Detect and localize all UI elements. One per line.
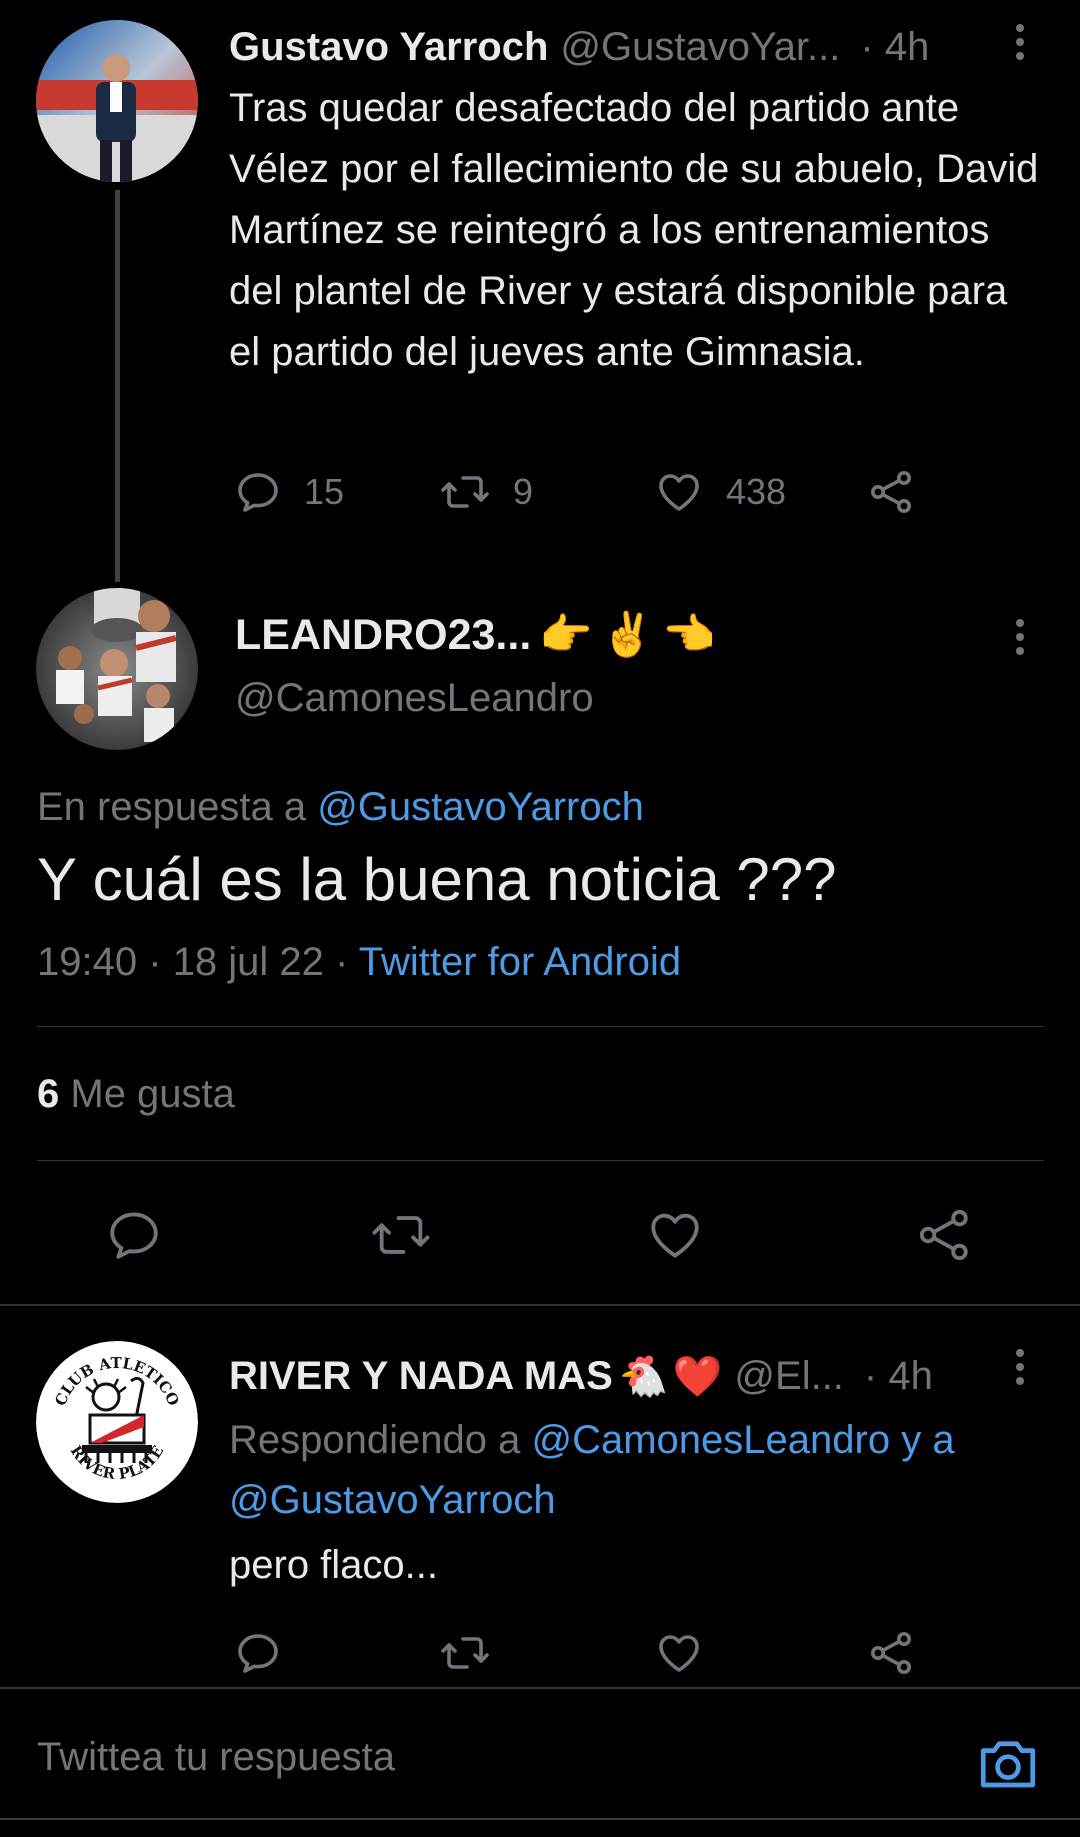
likes-summary[interactable]: 6 Me gusta [37, 1072, 235, 1117]
heart-icon [654, 1629, 704, 1677]
share-icon [914, 1206, 976, 1264]
like-button[interactable]: 438 [654, 462, 786, 522]
retweet-button[interactable] [439, 1623, 491, 1683]
retweet-button[interactable]: 9 [439, 462, 533, 522]
reply-prefix: En respuesta a [37, 785, 307, 829]
tweet-meta: 19:40 · 18 jul 22 · Twitter for Android [37, 940, 681, 985]
reply-button[interactable] [104, 1200, 164, 1270]
meta-separator: · [335, 940, 349, 984]
reply-to-link[interactable]: @GustavoYarroch [229, 1478, 556, 1522]
reply-to-link[interactable]: @GustavoYarroch [317, 785, 644, 829]
author-handle[interactable]: @El... [734, 1354, 844, 1399]
author-name[interactable]: LEANDRO23... [235, 611, 531, 660]
share-icon [867, 468, 917, 516]
reply-context: Respondiendo a @CamonesLeandro y a @Gust… [229, 1410, 1039, 1530]
tweet-timestamp[interactable]: · 4h [864, 1354, 933, 1399]
emoji-pointing-left: 👈 [662, 611, 716, 659]
reply-icon [234, 468, 282, 516]
bottom-divider [0, 1818, 1080, 1820]
retweet-icon [368, 1206, 434, 1264]
share-button[interactable] [867, 1623, 917, 1683]
emoji-pointing-right: 👉 [539, 611, 593, 659]
emoji-victory-hand: ✌️ [600, 611, 655, 659]
reply-button[interactable]: 15 [234, 462, 344, 522]
author-handle[interactable]: @CamonesLeandro [235, 676, 594, 721]
more-vertical-icon[interactable] [1005, 617, 1035, 657]
camera-icon[interactable] [975, 1730, 1041, 1796]
tweet-source-link[interactable]: Twitter for Android [359, 940, 681, 984]
tweet-text: pero flaco... [229, 1543, 439, 1587]
focus-tweet-actions [0, 1200, 1080, 1270]
meta-separator: · [148, 940, 162, 984]
more-vertical-icon[interactable] [1005, 1347, 1035, 1387]
tweet3-header: RIVER Y NADA MAS 🐔 ❤️ @El... · 4h [229, 1348, 1009, 1404]
reply-context: En respuesta a @GustavoYarroch [37, 785, 644, 830]
avatar-gustavo-yarroch[interactable] [36, 20, 198, 182]
heart-icon [644, 1206, 706, 1264]
like-count: 438 [726, 471, 787, 512]
avatar-river-y-nada-mas[interactable]: CLUB ATLETICO RIVER PLATE [36, 1341, 198, 1503]
like-button[interactable] [654, 1623, 704, 1683]
author-handle[interactable]: @GustavoYar... [560, 25, 840, 70]
divider [37, 1160, 1044, 1161]
share-button[interactable] [867, 462, 917, 522]
like-button[interactable] [644, 1200, 706, 1270]
reply-count: 15 [304, 471, 345, 512]
reply-icon [234, 1629, 282, 1677]
tweet1-actions: 15 9 438 [229, 462, 929, 522]
retweet-count: 9 [513, 471, 534, 512]
retweet-icon [439, 1629, 491, 1677]
retweet-button[interactable] [368, 1200, 434, 1270]
thread-connector-line [115, 190, 120, 582]
tweet-text: Tras quedar desafectado del partido ante… [229, 86, 1039, 374]
author-name[interactable]: RIVER Y NADA MAS [229, 1354, 613, 1399]
retweet-icon [439, 468, 491, 516]
avatar-leandro23[interactable] [36, 588, 198, 750]
tweet-time: 19:40 [37, 940, 138, 984]
emoji-chicken: 🐔 [618, 1354, 669, 1399]
more-vertical-icon[interactable] [1005, 22, 1035, 62]
likes-label: Me gusta [70, 1072, 235, 1116]
reply-prefix: Respondiendo a [229, 1418, 521, 1462]
heart-icon [654, 468, 704, 516]
reply-to-link[interactable]: @CamonesLeandro [531, 1418, 890, 1462]
tweet-date: 18 jul 22 [172, 940, 324, 984]
section-divider [0, 1304, 1080, 1306]
reply-joiner: y a [901, 1418, 955, 1462]
author-name-row: LEANDRO23... 👉 ✌️ 👈 [235, 610, 716, 660]
divider [37, 1026, 1044, 1027]
reply-bar-divider [0, 1687, 1080, 1689]
tweet-text: Y cuál es la buena noticia ??? [37, 846, 837, 913]
likes-count: 6 [37, 1072, 60, 1116]
author-name[interactable]: Gustavo Yarroch [229, 25, 548, 70]
reply-icon [104, 1206, 164, 1264]
emoji-red-heart: ❤️ [672, 1354, 723, 1399]
reply-button[interactable] [234, 1623, 282, 1683]
share-button[interactable] [914, 1200, 976, 1270]
tweet-timestamp[interactable]: · 4h [860, 25, 929, 70]
share-icon [867, 1629, 917, 1677]
reply-input[interactable] [37, 1735, 937, 1780]
tweet3-actions [229, 1623, 929, 1683]
tweet1-header: Gustavo Yarroch @GustavoYar... · 4h [229, 22, 989, 72]
